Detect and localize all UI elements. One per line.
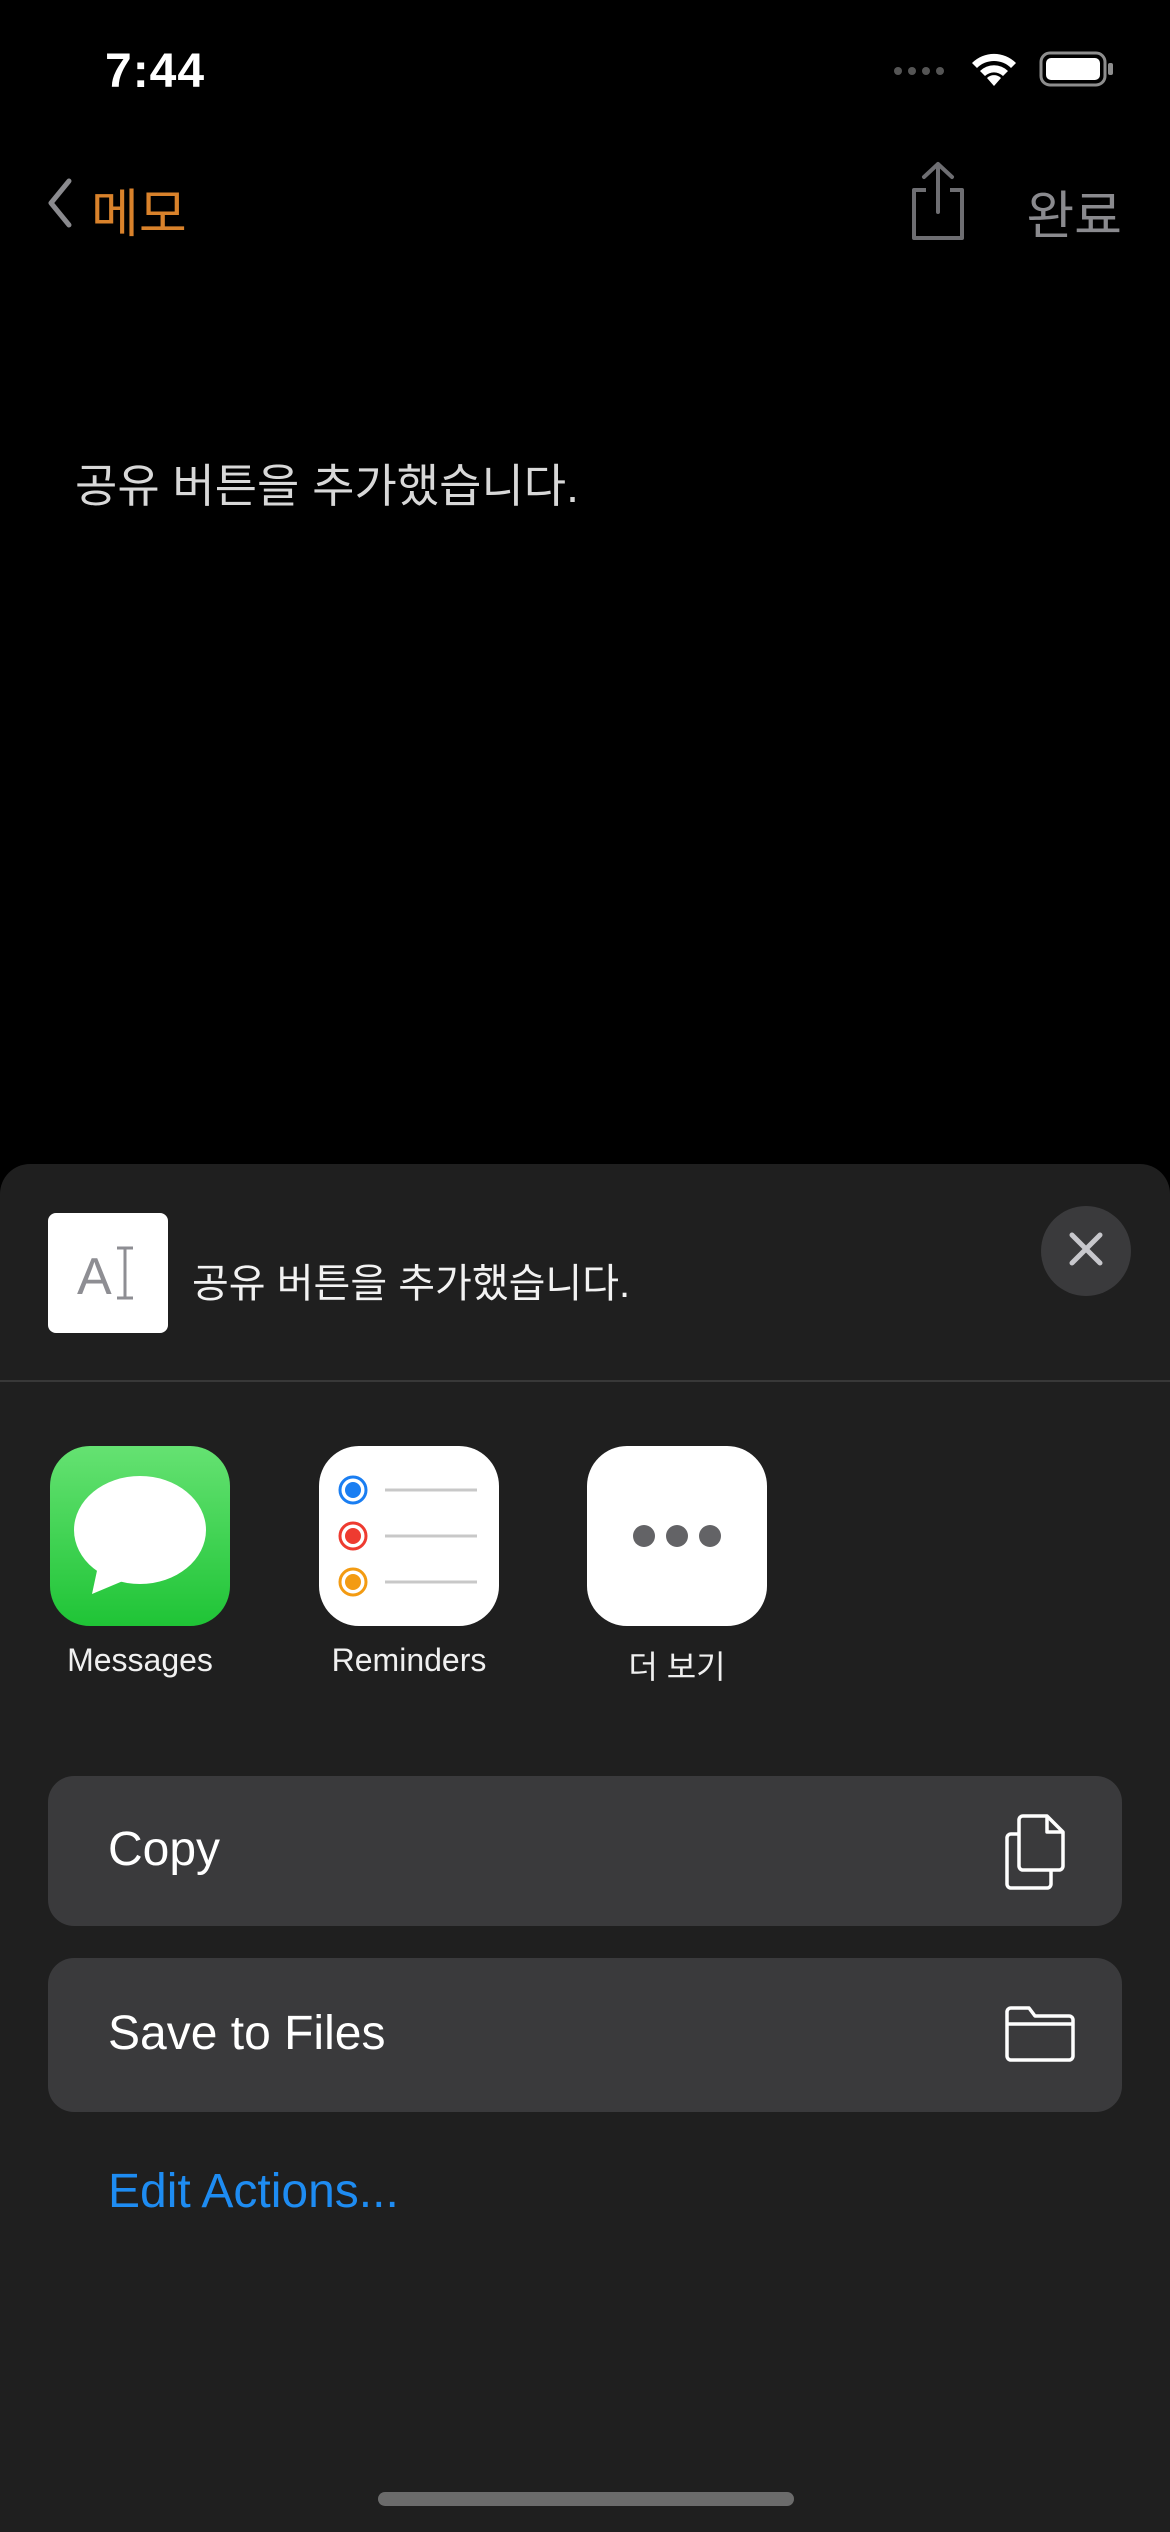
- reminders-icon: [319, 1446, 499, 1626]
- copy-icon: [1003, 1810, 1075, 1897]
- home-indicator[interactable]: [378, 2492, 794, 2506]
- screen: 7:44 메모 완료 공유 버튼을 추가했습니다. A 공유 버튼을 추가했습니…: [0, 0, 1170, 2532]
- copy-action[interactable]: Copy: [48, 1776, 1122, 1926]
- text-thumbnail: A: [48, 1213, 168, 1333]
- edit-actions-link[interactable]: Edit Actions...: [108, 2164, 399, 2219]
- back-button[interactable]: 메모: [45, 172, 187, 247]
- app-more[interactable]: 더 보기: [577, 1446, 777, 1688]
- battery-icon: [1039, 51, 1115, 92]
- folder-icon: [1003, 2002, 1077, 2069]
- more-icon: [587, 1446, 767, 1626]
- cellular-signal-icon: [893, 62, 949, 81]
- thumb-glyph: A: [77, 1248, 112, 1306]
- share-sheet: A 공유 버튼을 추가했습니다. Messages Reminders 더 보기…: [0, 1164, 1170, 2532]
- note-body[interactable]: 공유 버튼을 추가했습니다.: [75, 450, 579, 516]
- app-reminders[interactable]: Reminders: [309, 1446, 509, 1679]
- status-bar: 7:44: [0, 0, 1170, 140]
- messages-icon: [50, 1446, 230, 1626]
- back-label: 메모: [91, 186, 187, 244]
- action-label: Copy: [108, 1823, 221, 1876]
- nav-bar: 메모 완료: [0, 160, 1170, 250]
- save-to-files-action[interactable]: Save to Files: [48, 1958, 1122, 2112]
- share-button[interactable]: [906, 160, 970, 247]
- done-button[interactable]: 완료: [1026, 174, 1122, 249]
- app-label: Messages: [67, 1642, 213, 1678]
- app-messages[interactable]: Messages: [40, 1446, 240, 1679]
- share-icon: [906, 162, 970, 246]
- app-row: Messages Reminders 더 보기: [0, 1446, 1170, 1686]
- chevron-left-icon: [45, 177, 75, 242]
- app-label: Reminders: [331, 1642, 487, 1678]
- action-label: Save to Files: [108, 2007, 386, 2060]
- app-label: 더 보기: [628, 1649, 726, 1685]
- status-time: 7:44: [105, 45, 206, 98]
- wifi-icon: [969, 50, 1019, 93]
- preview-title: 공유 버튼을 추가했습니다.: [192, 1262, 631, 1306]
- close-icon: [1066, 1229, 1106, 1274]
- close-button[interactable]: [1041, 1206, 1131, 1296]
- share-preview: A 공유 버튼을 추가했습니다.: [0, 1164, 1170, 1382]
- status-icons: [893, 50, 1115, 93]
